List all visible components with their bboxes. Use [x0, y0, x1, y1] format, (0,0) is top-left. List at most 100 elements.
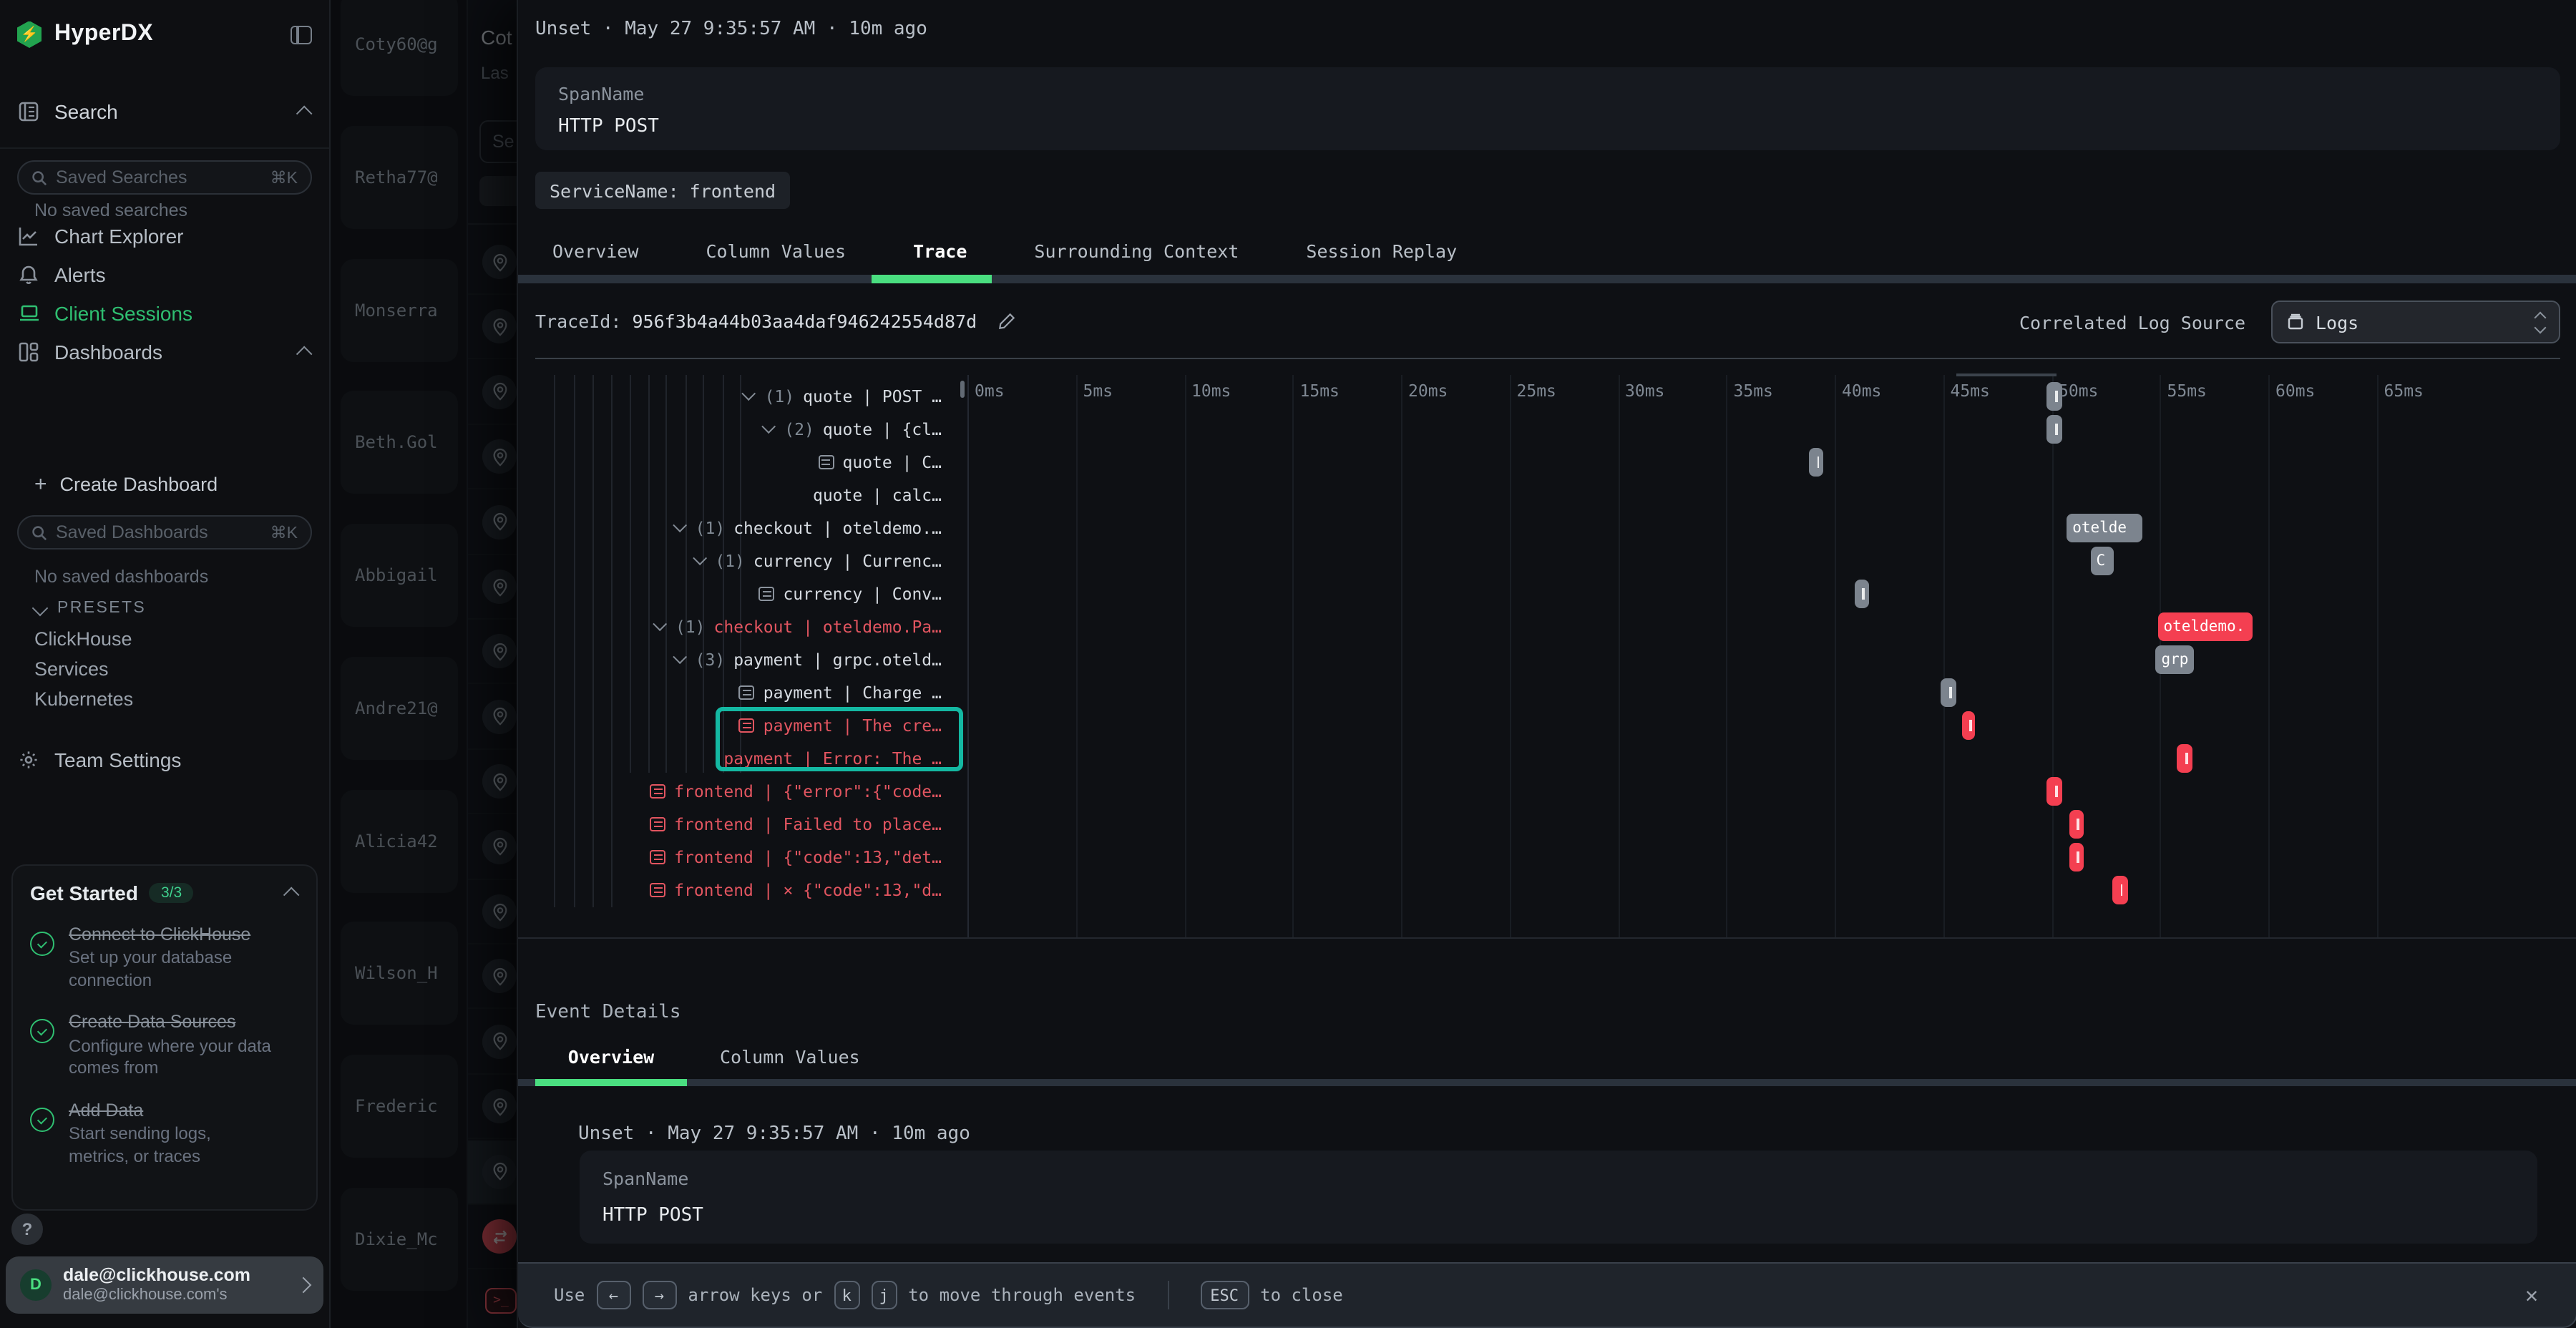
- span-duration-bar[interactable]: oteldemo.: [2157, 612, 2253, 640]
- session-card[interactable]: Frederic: [341, 1055, 458, 1158]
- saved-searches-input[interactable]: Saved Searches ⌘K: [17, 160, 312, 195]
- saved-dashboards-input[interactable]: Saved Dashboards ⌘K: [17, 515, 312, 550]
- trace-tree-row[interactable]: (1)checkout | oteldemo.…: [518, 511, 947, 544]
- session-event-row[interactable]: [468, 296, 517, 360]
- tab-overview[interactable]: Overview: [552, 240, 638, 262]
- location-pin-icon[interactable]: [482, 375, 517, 409]
- trace-tree-row[interactable]: payment | Charge …: [518, 675, 947, 708]
- session-card[interactable]: Andre21@: [341, 657, 458, 760]
- trace-tree-row[interactable]: (1)currency | Currenc…: [518, 544, 947, 577]
- span-duration-bar[interactable]: [2047, 776, 2062, 805]
- trace-tree-row[interactable]: quote | calc…: [518, 478, 947, 511]
- session-event-row[interactable]: [468, 685, 517, 750]
- trace-tree-row[interactable]: frontend | Failed to place…: [518, 807, 947, 840]
- location-pin-icon[interactable]: [482, 310, 517, 344]
- trace-tree-row[interactable]: frontend | {"error":{"code…: [518, 774, 947, 807]
- tab-ed-overview[interactable]: Overview: [535, 1046, 687, 1068]
- trace-tree-row[interactable]: (3)payment | grpc.oteld…: [518, 643, 947, 675]
- session-card[interactable]: Dixie_Mc: [341, 1188, 458, 1291]
- create-dashboard-button[interactable]: + Create Dashboard: [34, 472, 218, 497]
- chevron-down-icon[interactable]: [673, 650, 687, 664]
- chevron-down-icon[interactable]: [762, 419, 776, 434]
- session-event-row[interactable]: [468, 750, 517, 814]
- location-pin-icon[interactable]: [482, 439, 517, 474]
- session-event-row[interactable]: [468, 815, 517, 879]
- span-duration-bar[interactable]: [1854, 579, 1869, 607]
- preset-clickhouse[interactable]: ClickHouse: [34, 628, 132, 650]
- session-event-row[interactable]: [468, 425, 517, 489]
- location-pin-icon[interactable]: [482, 960, 517, 994]
- session-event-row[interactable]: [468, 945, 517, 1010]
- chevron-down-icon[interactable]: [742, 386, 756, 401]
- terminal-error-icon[interactable]: >_: [485, 1289, 517, 1314]
- span-duration-bar[interactable]: [1941, 678, 1956, 706]
- session-event-row[interactable]: [468, 230, 517, 295]
- session-event-row[interactable]: [468, 490, 517, 555]
- network-swap-icon[interactable]: [482, 1219, 517, 1254]
- edit-pencil-icon[interactable]: [997, 312, 1015, 331]
- span-duration-bar[interactable]: [2069, 809, 2084, 838]
- get-started-item[interactable]: Connect to ClickHouse Set up your databa…: [30, 923, 299, 992]
- location-pin-icon[interactable]: [482, 1089, 517, 1123]
- span-duration-bar[interactable]: [1809, 447, 1824, 476]
- span-duration-bar[interactable]: [2069, 842, 2084, 871]
- session-card[interactable]: Coty60@g: [341, 0, 458, 96]
- span-duration-bar[interactable]: grp: [2155, 645, 2195, 673]
- chevron-down-icon[interactable]: [673, 518, 687, 532]
- session-filter-button[interactable]: [479, 176, 517, 206]
- trace-tree-row[interactable]: frontend | {"code":13,"det…: [518, 840, 947, 873]
- session-card[interactable]: Retha77@: [341, 126, 458, 229]
- sidebar-item-chart-explorer[interactable]: Chart Explorer: [0, 218, 329, 255]
- trace-tree-row[interactable]: (1)checkout | oteldemo.Pa…: [518, 610, 947, 643]
- session-card[interactable]: Abbigail: [341, 524, 458, 627]
- span-duration-bar[interactable]: otelde: [2067, 513, 2142, 542]
- service-name-chip[interactable]: ServiceName: frontend: [535, 172, 790, 209]
- preset-services[interactable]: Services: [34, 658, 109, 680]
- session-card[interactable]: Beth.Gol: [341, 391, 458, 494]
- tab-session-replay[interactable]: Session Replay: [1306, 240, 1457, 262]
- session-card[interactable]: Monserra: [341, 259, 458, 362]
- span-duration-bar[interactable]: [2047, 381, 2062, 410]
- location-pin-icon[interactable]: [482, 700, 517, 734]
- session-event-row[interactable]: [468, 880, 517, 944]
- tab-trace[interactable]: Trace: [913, 240, 967, 262]
- trace-tree-row[interactable]: (2)quote | {cl…: [518, 412, 947, 445]
- session-event-row[interactable]: [468, 1010, 517, 1075]
- session-event-row[interactable]: [468, 1205, 517, 1269]
- close-icon[interactable]: ✕: [2519, 1282, 2545, 1308]
- get-started-item[interactable]: Create Data Sources Configure where your…: [30, 1011, 299, 1080]
- trace-tree-row[interactable]: currency | Conv…: [518, 577, 947, 610]
- sidebar-item-team-settings[interactable]: Team Settings: [0, 741, 329, 778]
- session-event-row[interactable]: [468, 1140, 517, 1204]
- preset-kubernetes[interactable]: Kubernetes: [34, 688, 133, 710]
- location-pin-icon[interactable]: [482, 1154, 517, 1188]
- help-button[interactable]: ?: [11, 1214, 43, 1245]
- session-event-row[interactable]: [468, 361, 517, 425]
- scrollbar-thumb[interactable]: [960, 381, 965, 398]
- collapse-sidebar-icon[interactable]: [291, 25, 312, 44]
- chevron-up-icon[interactable]: [296, 106, 313, 122]
- span-duration-bar[interactable]: [2177, 743, 2192, 772]
- sidebar-item-dashboards[interactable]: Dashboards: [0, 333, 329, 371]
- session-search-input[interactable]: Se: [479, 120, 517, 163]
- location-pin-icon[interactable]: [482, 570, 517, 604]
- chevron-up-icon[interactable]: [283, 887, 300, 904]
- session-event-row[interactable]: [468, 1075, 517, 1139]
- session-event-row[interactable]: [468, 555, 517, 620]
- span-duration-bar[interactable]: [1963, 711, 1976, 739]
- session-card[interactable]: Wilson_H: [341, 922, 458, 1025]
- user-menu[interactable]: D dale@clickhouse.com dale@clickhouse.co…: [6, 1256, 323, 1314]
- sidebar-item-client-sessions[interactable]: Client Sessions: [0, 295, 329, 332]
- location-pin-icon[interactable]: [482, 764, 517, 799]
- span-duration-bar[interactable]: [2112, 875, 2127, 904]
- location-pin-icon[interactable]: [482, 1025, 517, 1059]
- session-card[interactable]: Alicia42: [341, 790, 458, 893]
- tab-surrounding-context[interactable]: Surrounding Context: [1034, 240, 1239, 262]
- get-started-item[interactable]: Add Data Start sending logs, metrics, or…: [30, 1099, 299, 1168]
- trace-tree-row[interactable]: quote | C…: [518, 445, 947, 478]
- span-duration-bar[interactable]: [2047, 414, 2062, 443]
- sidebar-item-alerts[interactable]: Alerts: [0, 256, 329, 293]
- location-pin-icon[interactable]: [482, 504, 517, 539]
- sidebar-item-search[interactable]: Search: [0, 93, 329, 130]
- log-source-select[interactable]: Logs: [2271, 301, 2560, 343]
